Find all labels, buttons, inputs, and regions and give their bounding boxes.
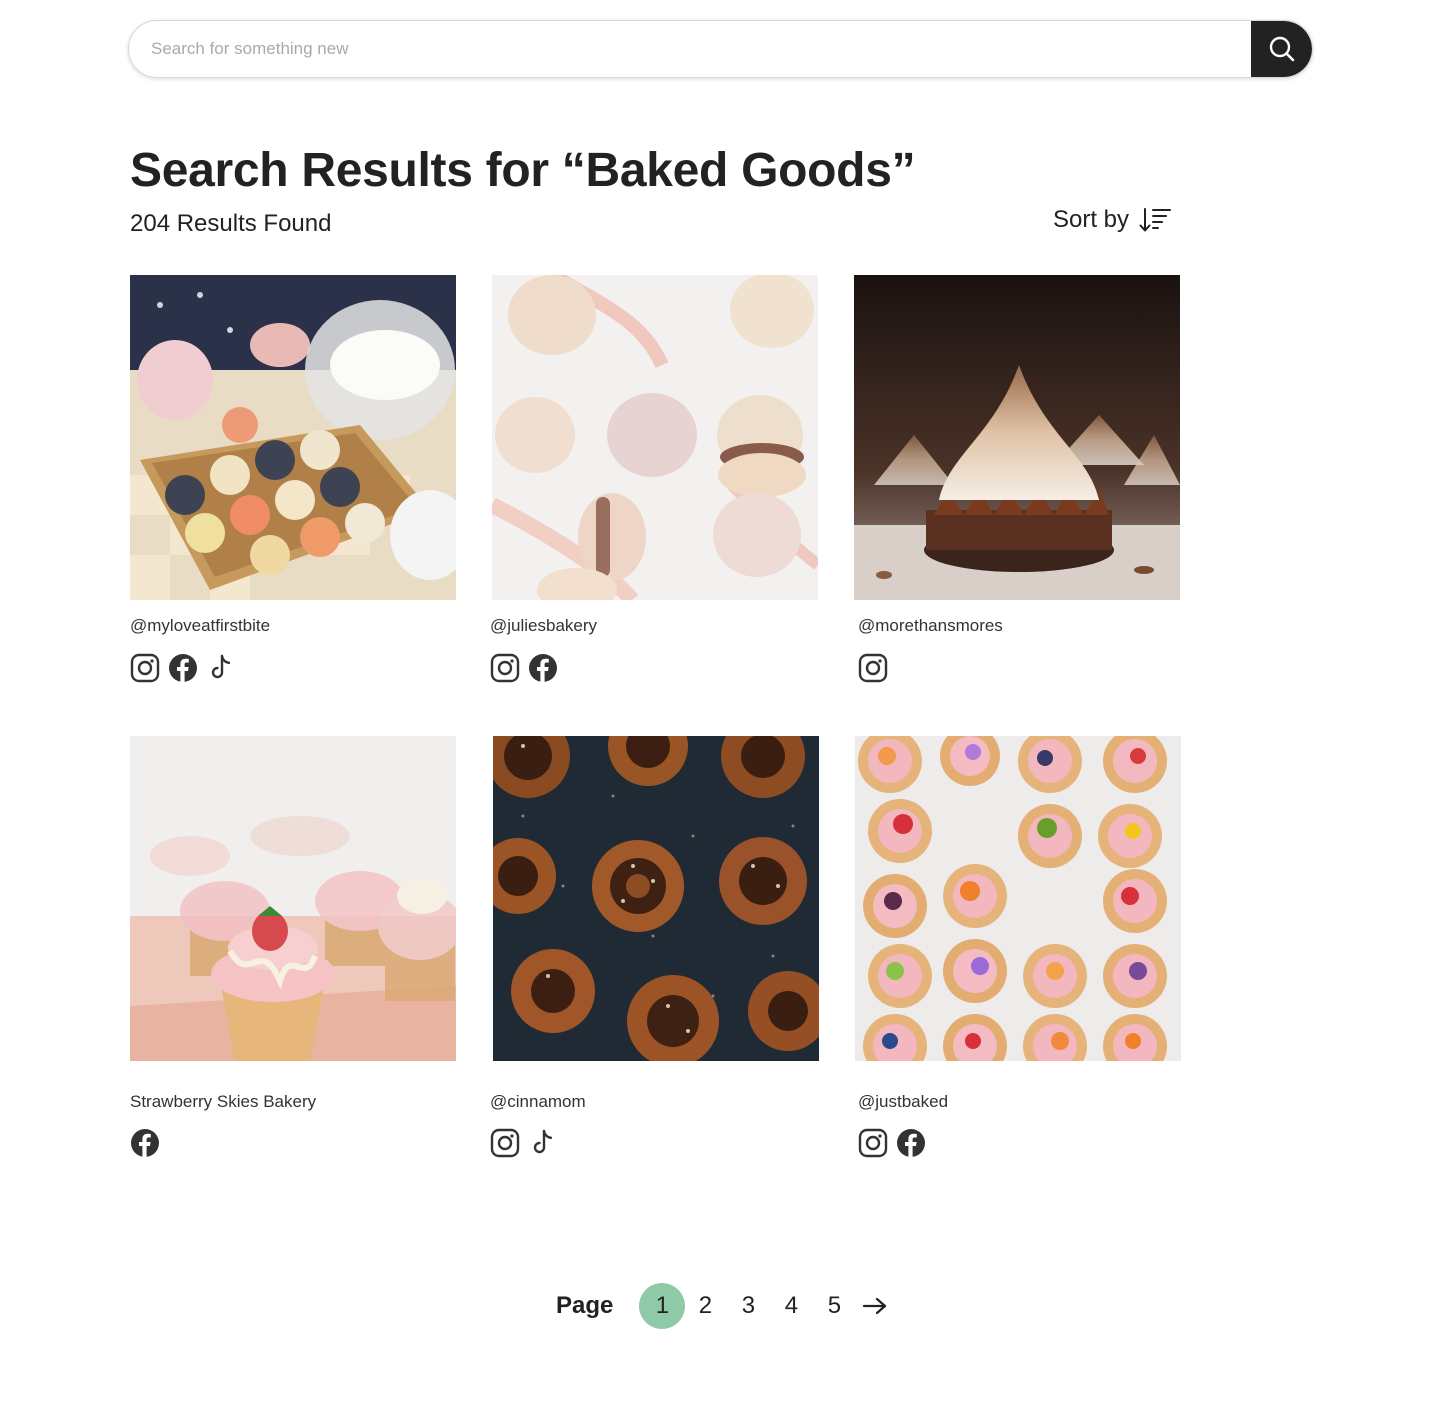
card-handle[interactable]: @cinnamom (490, 1092, 586, 1112)
sort-by-button[interactable]: Sort by (1053, 206, 1172, 234)
page-3-button[interactable]: 3 (725, 1283, 771, 1329)
result-card[interactable]: Strawberry Skies Bakery (130, 736, 470, 1157)
search-icon (1269, 36, 1294, 62)
search-bar (128, 20, 1313, 78)
result-card[interactable]: @justbaked (855, 736, 1195, 1158)
result-card[interactable]: @morethansmores (854, 275, 1194, 683)
page-1-button[interactable]: 1 (639, 1283, 686, 1329)
facebook-icon[interactable] (130, 1128, 160, 1158)
instagram-icon[interactable] (490, 653, 520, 683)
instagram-icon[interactable] (490, 1128, 520, 1158)
pagination-label: Page (556, 1292, 614, 1319)
result-card[interactable]: @myloveatfirstbite (130, 275, 470, 683)
page-title: Search Results for “Baked Goods” (130, 144, 916, 197)
social-links (490, 653, 558, 683)
sort-label: Sort by (1053, 206, 1130, 233)
social-links (490, 1128, 558, 1158)
tiktok-icon[interactable] (528, 1128, 558, 1158)
card-image-strawberry-cupcakes[interactable] (130, 736, 456, 1061)
facebook-icon[interactable] (168, 653, 198, 683)
results-count: 204 Results Found (130, 210, 332, 237)
pagination: Page 1 2 3 4 5 (556, 1283, 888, 1329)
tiktok-icon[interactable] (206, 653, 236, 683)
page-2-button[interactable]: 2 (682, 1283, 728, 1329)
card-image-fruit-tarts[interactable] (855, 736, 1181, 1061)
social-links (130, 653, 236, 683)
social-links (858, 653, 888, 683)
facebook-icon[interactable] (896, 1128, 926, 1158)
card-image-pastel-macarons[interactable] (492, 275, 818, 600)
card-image-meringue-tarts[interactable] (854, 275, 1180, 600)
result-card[interactable]: @cinnamom (490, 736, 833, 1158)
search-button[interactable] (1251, 21, 1312, 77)
social-links (858, 1128, 926, 1158)
instagram-icon[interactable] (130, 653, 160, 683)
instagram-icon[interactable] (858, 1128, 888, 1158)
search-input[interactable] (129, 21, 1251, 77)
sort-descending-icon (1139, 208, 1172, 232)
card-handle[interactable]: @juliesbakery (490, 616, 597, 636)
next-page-button[interactable] (862, 1296, 888, 1316)
social-links (130, 1128, 160, 1158)
instagram-icon[interactable] (858, 653, 888, 683)
page-5-button[interactable]: 5 (811, 1283, 857, 1329)
card-handle[interactable]: Strawberry Skies Bakery (130, 1092, 316, 1112)
card-handle[interactable]: @myloveatfirstbite (130, 616, 270, 636)
card-image-cinnamon-rolls[interactable] (493, 736, 819, 1061)
card-handle[interactable]: @justbaked (858, 1092, 948, 1112)
search-results-page: Search Results for “Baked Goods” 204 Res… (0, 0, 1440, 1419)
page-4-button[interactable]: 4 (768, 1283, 814, 1329)
facebook-icon[interactable] (528, 653, 558, 683)
card-image-macarons-tea-party[interactable] (130, 275, 456, 600)
arrow-right-icon (863, 1297, 887, 1315)
result-card[interactable]: @juliesbakery (490, 275, 832, 683)
card-handle[interactable]: @morethansmores (858, 616, 1003, 636)
